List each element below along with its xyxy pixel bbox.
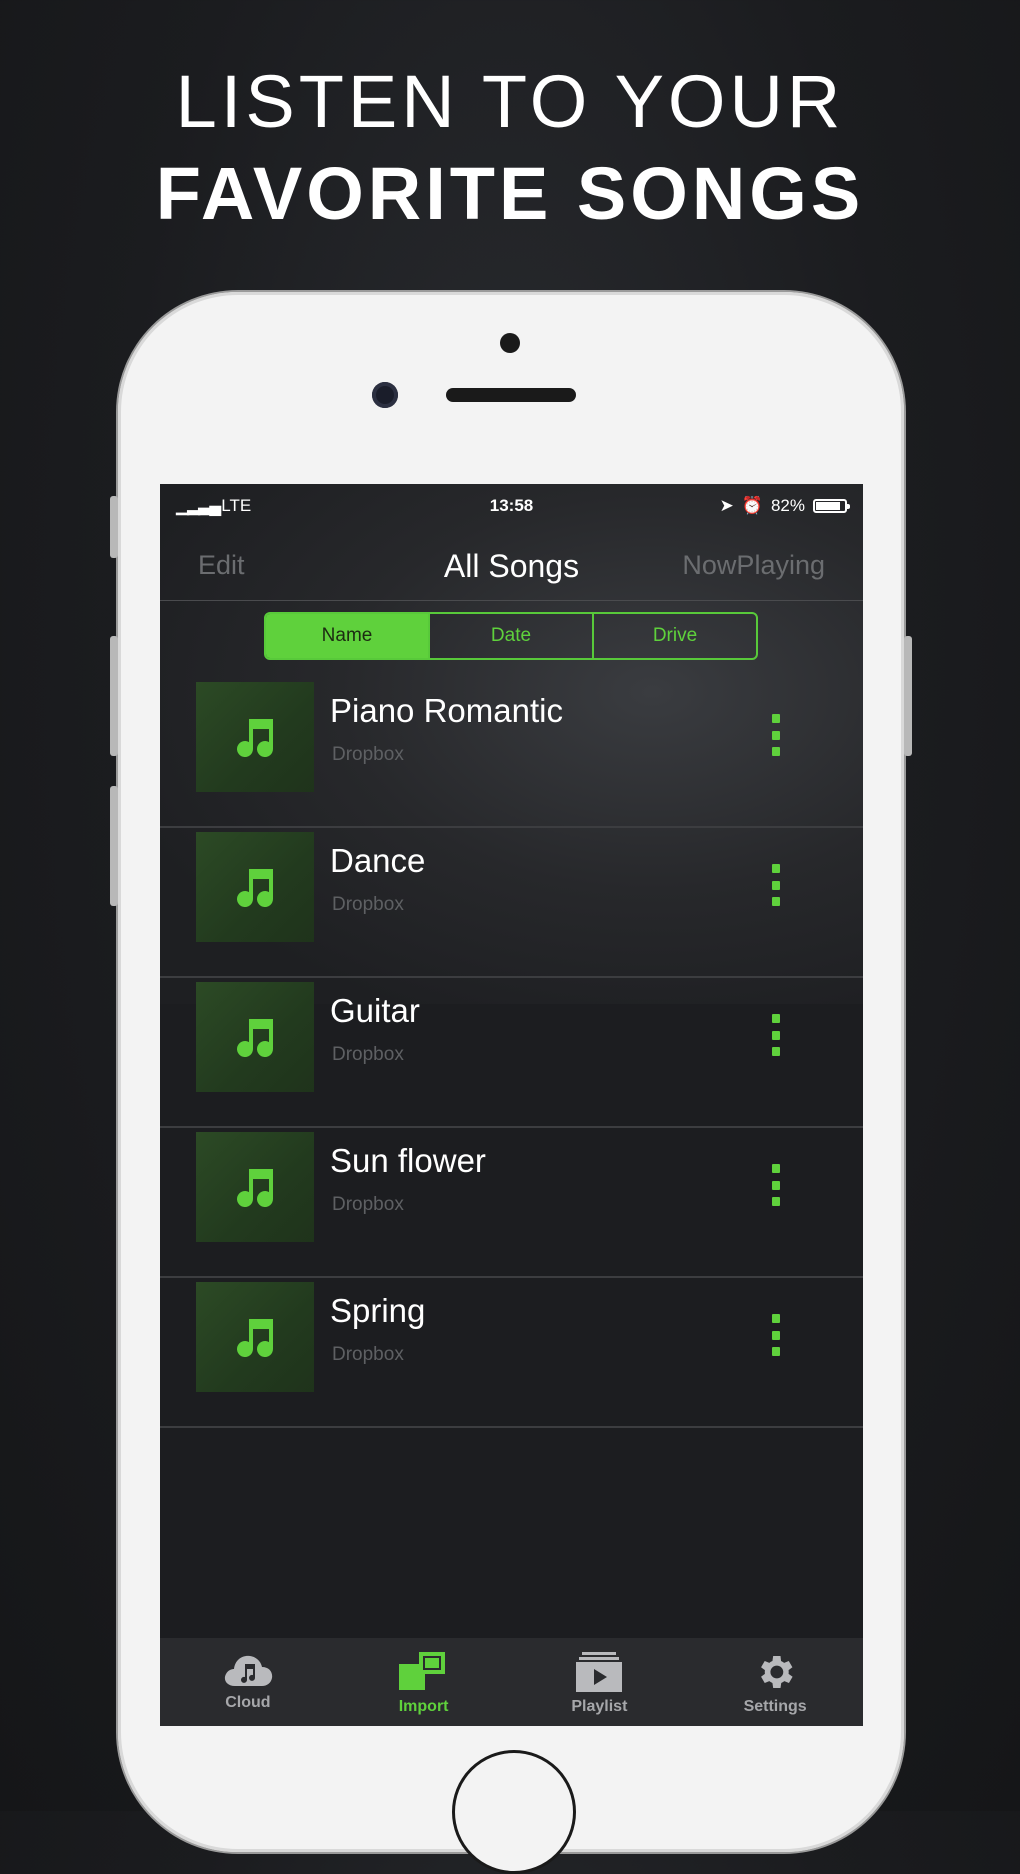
song-source: Dropbox (332, 1194, 404, 1215)
song-row[interactable]: Spring Dropbox (160, 1278, 863, 1428)
more-options-icon[interactable] (770, 1164, 782, 1206)
location-arrow-icon: ➤ (719, 496, 734, 515)
song-row[interactable]: Dance Dropbox (160, 828, 863, 978)
song-source: Dropbox (332, 1344, 404, 1365)
song-source: Dropbox (332, 744, 404, 765)
song-row[interactable]: Piano Romantic Dropbox (160, 678, 863, 828)
song-title: Spring (330, 1292, 426, 1329)
sort-segmented-control: Name Date Drive (264, 612, 758, 660)
headline-line-1: LISTEN TO YOUR (175, 60, 845, 143)
power-button (904, 636, 912, 756)
home-button[interactable] (452, 1750, 576, 1874)
music-note-icon (237, 1169, 274, 1208)
alarm-clock-icon: ⏰ (741, 496, 763, 515)
tab-playlist-label: Playlist (571, 1698, 628, 1715)
more-options-icon[interactable] (770, 714, 782, 756)
song-title: Dance (330, 842, 426, 879)
earpiece-speaker (446, 388, 576, 402)
headline: LISTEN TO YOUR FAVORITE SONGS (0, 56, 1020, 240)
tab-cloud[interactable]: Cloud (160, 1638, 336, 1726)
more-options-icon[interactable] (770, 1314, 782, 1356)
cloud-music-icon (224, 1655, 273, 1686)
proximity-sensor (500, 333, 520, 353)
song-title: Guitar (330, 992, 420, 1029)
status-right: ➤ ⏰ 82% (719, 496, 850, 516)
music-note-icon (237, 869, 274, 908)
music-note-icon (237, 1019, 274, 1058)
volume-down-button (110, 786, 118, 906)
tab-import[interactable]: Import (336, 1638, 512, 1726)
tab-import-label: Import (398, 1698, 449, 1715)
song-title: Sun flower (330, 1142, 486, 1179)
song-row[interactable]: Sun flower Dropbox (160, 1128, 863, 1278)
import-icon (398, 1652, 445, 1690)
song-source: Dropbox (332, 1044, 404, 1065)
nav-bar: Edit All Songs NowPlaying (160, 528, 863, 601)
segment-drive[interactable]: Drive (592, 614, 756, 658)
song-list: Piano Romantic Dropbox Dance Dropbox Gui… (160, 678, 863, 1428)
tab-bar: Cloud Import Playlist Settings (160, 1638, 863, 1726)
tab-cloud-label: Cloud (225, 1694, 271, 1711)
now-playing-button[interactable]: NowPlaying (682, 550, 825, 581)
song-thumbnail (196, 1132, 314, 1242)
app-screen: ▁▂▃▄ LTE 13:58 ➤ ⏰ 82% Edit All Songs Now… (160, 484, 863, 1726)
song-source: Dropbox (332, 894, 404, 915)
music-note-icon (237, 719, 274, 758)
more-options-icon[interactable] (770, 864, 782, 906)
song-title: Piano Romantic (330, 692, 563, 729)
playlist-icon (576, 1652, 623, 1692)
front-camera (372, 382, 398, 408)
headline-line-2: FAVORITE SONGS (155, 152, 865, 235)
volume-up-button (110, 636, 118, 756)
more-options-icon[interactable] (770, 1014, 782, 1056)
song-thumbnail (196, 982, 314, 1092)
mute-switch (110, 496, 118, 558)
battery-percent: 82% (770, 496, 805, 515)
segment-name[interactable]: Name (266, 614, 428, 658)
battery-icon (813, 499, 850, 513)
song-thumbnail (196, 832, 314, 942)
song-thumbnail (196, 682, 314, 792)
song-row[interactable]: Guitar Dropbox (160, 978, 863, 1128)
segment-date[interactable]: Date (428, 614, 592, 658)
tab-playlist[interactable]: Playlist (512, 1638, 688, 1726)
song-thumbnail (196, 1282, 314, 1392)
tab-settings-label: Settings (743, 1698, 807, 1715)
tab-settings[interactable]: Settings (687, 1638, 863, 1726)
music-note-icon (237, 1319, 274, 1358)
gear-icon (761, 1656, 793, 1688)
status-bar: ▁▂▃▄ LTE 13:58 ➤ ⏰ 82% (160, 484, 863, 528)
